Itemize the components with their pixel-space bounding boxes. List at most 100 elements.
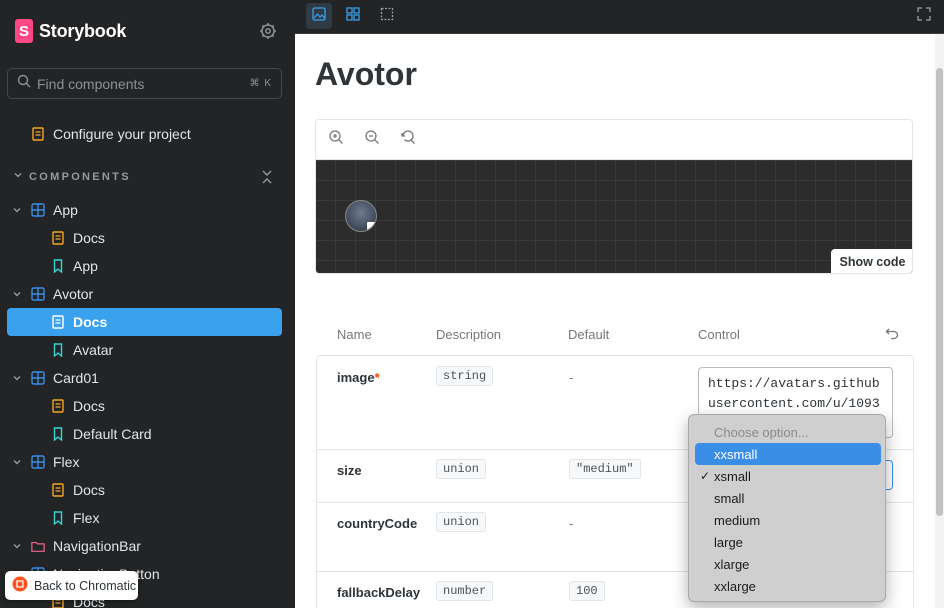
search-shortcut: ⌘ K	[249, 78, 272, 89]
sidebar-item-card01[interactable]: Card01	[7, 364, 282, 392]
dropdown-option-xxlarge[interactable]: xxlarge	[695, 575, 881, 597]
required-marker: *	[374, 370, 380, 385]
bookmark-icon	[51, 343, 65, 357]
chevron-down-icon[interactable]	[11, 373, 23, 383]
sidebar-item-docs[interactable]: Docs	[7, 224, 282, 252]
chevron-down-icon[interactable]	[11, 205, 23, 215]
chevron-down-icon[interactable]	[11, 457, 23, 467]
storybook-logo[interactable]: S Storybook	[15, 19, 126, 43]
sidebar-item-docs[interactable]: Docs	[7, 308, 282, 336]
sidebar: S Storybook ⌘ K Configure your project C…	[0, 0, 295, 608]
col-control: Control	[698, 327, 740, 342]
zoom-in-icon[interactable]	[328, 129, 344, 150]
sidebar-item-label: Flex	[73, 510, 100, 526]
component-icon	[31, 371, 45, 385]
zoom-toolbar	[316, 120, 912, 160]
image-icon	[312, 6, 326, 26]
search-box[interactable]: ⌘ K	[7, 68, 282, 99]
story-preview: Show code	[315, 119, 913, 274]
sidebar-item-default-card[interactable]: Default Card	[7, 420, 282, 448]
preview-canvas: Show code	[316, 160, 912, 273]
size-dropdown-menu[interactable]: Choose option... xxsmall ✓ xsmall small medi…	[688, 414, 886, 602]
sidebar-item-label: Default Card	[73, 426, 152, 442]
section-title: COMPONENTS	[29, 170, 131, 183]
configure-label: Configure your project	[53, 126, 191, 142]
sidebar-item-avotor[interactable]: Avotor	[7, 280, 282, 308]
dropdown-option-label: small	[714, 490, 745, 506]
fullscreen-icon	[917, 6, 931, 26]
sidebar-item-app[interactable]: App	[7, 252, 282, 280]
sidebar-item-label: Avotor	[53, 286, 94, 302]
chevron-down-icon	[13, 170, 23, 183]
outline-icon	[380, 7, 394, 26]
col-name: Name	[337, 327, 372, 342]
arg-default: 100	[569, 581, 605, 601]
component-icon	[31, 455, 45, 469]
configure-project-link[interactable]: Configure your project	[7, 120, 282, 148]
bookmark-icon	[51, 511, 65, 525]
scrollbar-thumb[interactable]	[936, 68, 943, 516]
sidebar-item-label: Flex	[53, 454, 80, 470]
sidebar-item-docs[interactable]: Docs	[7, 476, 282, 504]
sidebar-item-label: Docs	[73, 398, 105, 414]
dropdown-option-xxsmall[interactable]: xxsmall	[695, 443, 881, 465]
component-icon	[31, 287, 45, 301]
canvas-tab-button[interactable]	[306, 3, 332, 29]
chevron-down-icon[interactable]	[11, 289, 23, 299]
search-input[interactable]	[37, 75, 250, 92]
zoom-out-icon[interactable]	[364, 129, 380, 150]
folder-icon	[31, 539, 45, 553]
country-flag-icon	[367, 222, 376, 231]
col-default: Default	[568, 327, 610, 342]
sidebar-item-navigationbar[interactable]: NavigationBar	[7, 532, 282, 560]
sidebar-item-label: Docs	[73, 230, 105, 246]
arg-type: union	[436, 459, 487, 479]
grid-icon	[346, 6, 360, 26]
chevron-down-icon[interactable]	[11, 541, 23, 551]
sidebar-item-app[interactable]: App	[7, 196, 282, 224]
outline-button[interactable]	[374, 3, 400, 29]
grid-button[interactable]	[340, 3, 366, 29]
sidebar-item-flex[interactable]: Flex	[7, 504, 282, 532]
page-title: Avotor	[315, 56, 417, 92]
sidebar-item-docs[interactable]: Docs	[7, 392, 282, 420]
brand-name: Storybook	[39, 20, 127, 41]
sidebar-item-label: App	[73, 258, 98, 274]
components-section-toggle[interactable]: COMPONENTS	[13, 170, 131, 183]
arg-type: union	[436, 512, 487, 532]
chromatic-icon	[12, 576, 28, 595]
dropdown-option-small[interactable]: small	[695, 487, 881, 509]
bookmark-icon	[51, 427, 65, 441]
sidebar-item-avatar[interactable]: Avatar	[7, 336, 282, 364]
show-code-button[interactable]: Show code	[831, 249, 912, 273]
dropdown-option-medium[interactable]: medium	[695, 509, 881, 531]
dropdown-option-xlarge[interactable]: xlarge	[695, 553, 881, 575]
document-icon	[51, 399, 65, 413]
reset-controls-icon[interactable]	[885, 326, 899, 343]
fullscreen-button[interactable]	[911, 3, 937, 29]
dropdown-option-xsmall[interactable]: ✓ xsmall	[695, 465, 881, 487]
dropdown-option-label: medium	[714, 512, 761, 528]
gear-icon[interactable]	[259, 22, 277, 40]
back-to-chromatic-label: Back to Chromatic	[34, 578, 137, 593]
collapse-all-icon[interactable]	[260, 168, 274, 191]
zoom-reset-icon[interactable]	[400, 129, 416, 150]
sidebar-item-label: Docs	[73, 482, 105, 498]
arg-type: number	[436, 581, 494, 601]
dropdown-option-label: xxsmall	[714, 446, 758, 462]
dropdown-option-label: xlarge	[714, 556, 750, 572]
arg-name: image*	[337, 370, 380, 385]
size-select[interactable]	[886, 460, 893, 490]
arg-name: size	[337, 463, 362, 478]
arg-default: "medium"	[569, 459, 641, 479]
sidebar-item-flex[interactable]: Flex	[7, 448, 282, 476]
sidebar-item-label: App	[53, 202, 78, 218]
dropdown-placeholder: Choose option...	[714, 424, 809, 440]
sidebar-item-label: Card01	[53, 370, 99, 386]
arg-name: countryCode	[337, 516, 418, 531]
avatar	[345, 200, 377, 232]
bookmark-icon	[51, 259, 65, 273]
back-to-chromatic-button[interactable]: Back to Chromatic	[5, 571, 138, 600]
col-description: Description	[436, 327, 502, 342]
dropdown-option-large[interactable]: large	[695, 531, 881, 553]
